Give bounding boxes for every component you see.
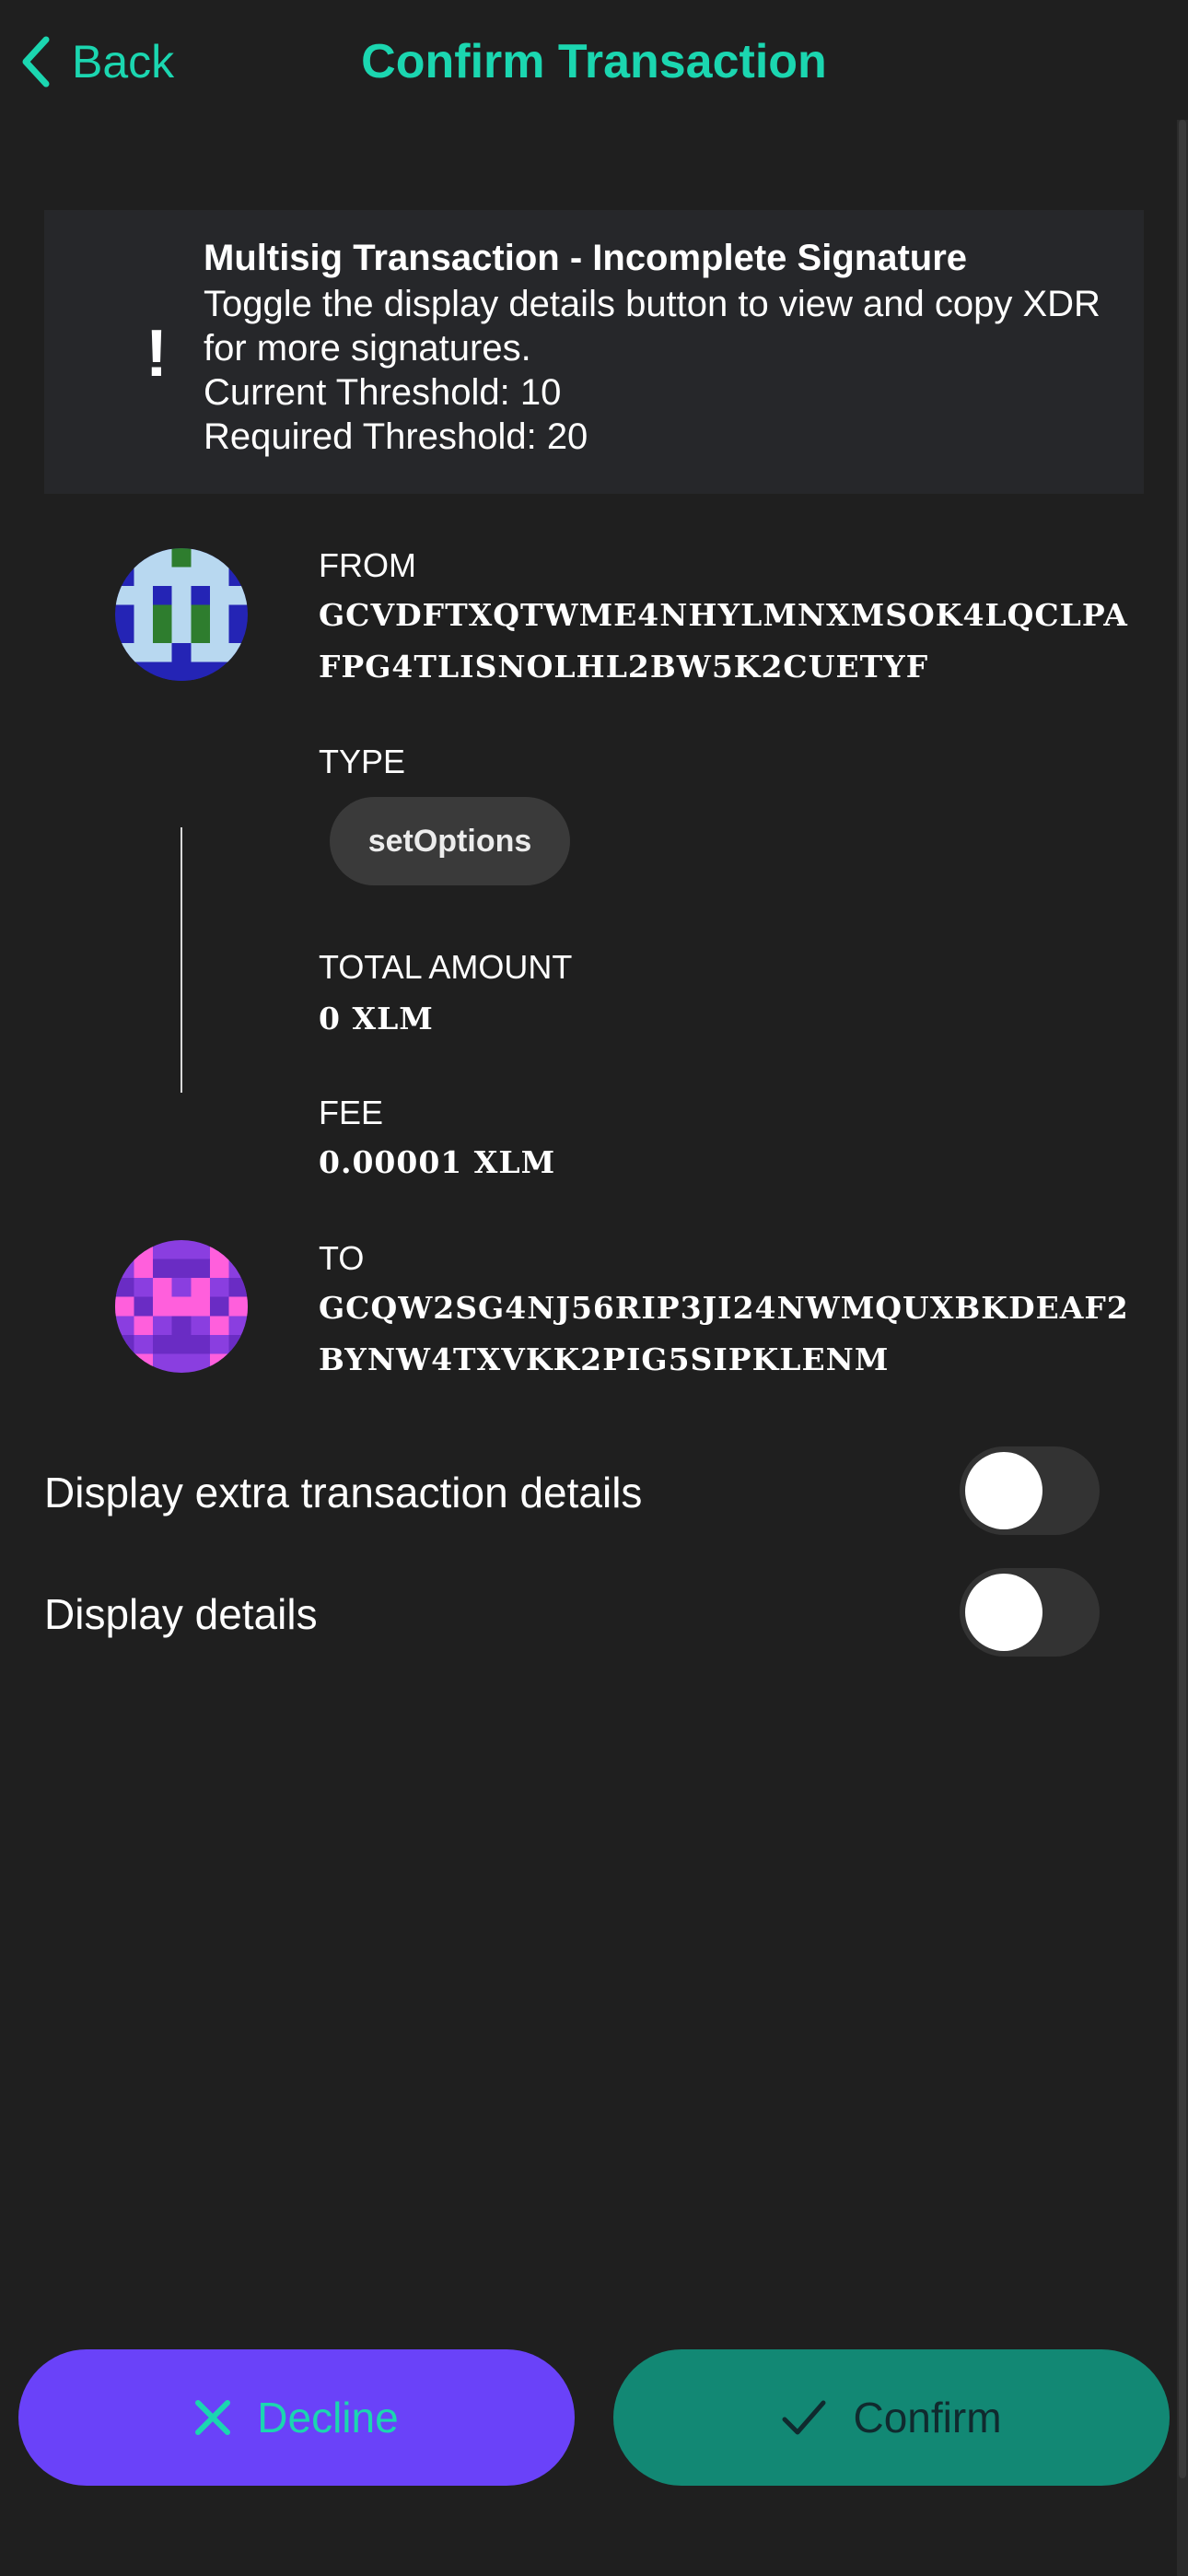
header: Back Confirm Transaction	[0, 0, 1188, 120]
extra-details-toggle-row: Display extra transaction details	[44, 1446, 1103, 1535]
scrollbar-thumb[interactable]	[1179, 120, 1186, 2478]
to-avatar-icon	[115, 1240, 248, 1373]
from-avatar-icon	[115, 548, 248, 681]
close-icon	[194, 2399, 231, 2436]
confirm-button[interactable]: Confirm	[613, 2349, 1170, 2486]
warning-message: Toggle the display details button to vie…	[204, 284, 1101, 369]
toggle-knob	[965, 1574, 1042, 1651]
confirm-label: Confirm	[853, 2394, 1002, 2441]
toggle-knob	[965, 1452, 1042, 1529]
amount-unit: XLM	[352, 1001, 434, 1036]
display-details-toggle-label: Display details	[44, 1590, 318, 1638]
scrollbar[interactable]	[1177, 120, 1188, 2576]
from-address: GCVDFTXQTWME4NHYLMNXMSOK4LQCLPAFPG4TLISN…	[319, 597, 1128, 685]
fee-unit: XLM	[473, 1144, 556, 1180]
current-threshold: Current Threshold: 10	[204, 372, 562, 413]
to-address: GCQW2SG4NJ56RIP3JI24NWMQUXBKDEAF2BYNW4TX…	[319, 1290, 1129, 1377]
fee-value: 0.00001 XLM	[319, 1137, 1147, 1188]
checkmark-icon	[781, 2397, 827, 2438]
from-label: FROM	[319, 546, 416, 584]
page-title: Confirm Transaction	[361, 35, 827, 88]
total-amount-value: 0 XLM	[319, 993, 1147, 1045]
exclamation-icon: !	[146, 317, 168, 391]
total-amount-label: TOTAL AMOUNT	[319, 948, 573, 986]
display-details-toggle[interactable]	[960, 1568, 1100, 1657]
amount-number: 0	[319, 1001, 341, 1036]
warning-text: Multisig Transaction - Incomplete Signat…	[204, 236, 1124, 459]
operation-type-badge: setOptions	[330, 797, 570, 885]
to-label: TO	[319, 1239, 365, 1277]
decline-label: Decline	[257, 2394, 399, 2441]
type-label: TYPE	[319, 743, 406, 780]
fee-label: FEE	[319, 1094, 384, 1131]
required-threshold: Required Threshold: 20	[204, 416, 588, 457]
display-details-toggle-row: Display details	[44, 1568, 1103, 1657]
timeline-connector	[181, 827, 182, 1093]
fee-number: 0.00001	[319, 1144, 463, 1180]
extra-details-toggle-label: Display extra transaction details	[44, 1469, 643, 1516]
warning-title: Multisig Transaction - Incomplete Signat…	[204, 238, 968, 278]
decline-button[interactable]: Decline	[18, 2349, 575, 2486]
multisig-warning-banner: ! Multisig Transaction - Incomplete Sign…	[44, 210, 1144, 494]
extra-details-toggle[interactable]	[960, 1446, 1100, 1535]
